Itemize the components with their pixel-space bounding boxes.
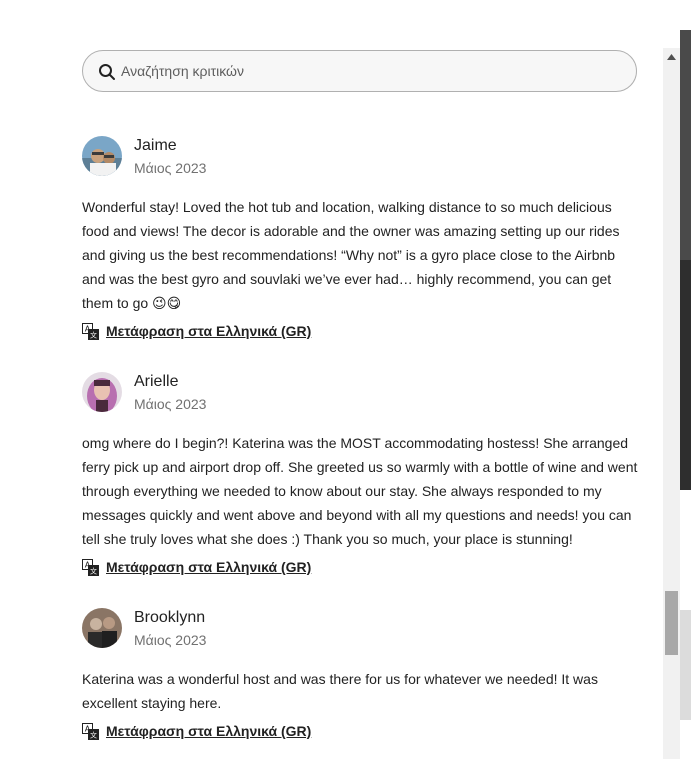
review-header: Brooklynn Μάιος 2023 bbox=[82, 608, 642, 652]
background-page-strip bbox=[680, 0, 691, 759]
reviews-modal: Jaime Μάιος 2023 Wonderful stay! Loved t… bbox=[0, 0, 691, 759]
translate-row: A 文 Μετάφραση στα Ελληνικά (GR) bbox=[82, 721, 642, 741]
review-header: Jaime Μάιος 2023 bbox=[82, 136, 642, 180]
translate-icon: A 文 bbox=[82, 322, 99, 340]
svg-text:文: 文 bbox=[90, 566, 97, 575]
review-header: Arielle Μάιος 2023 bbox=[82, 372, 642, 416]
review-text: omg where do I begin?! Katerina was the … bbox=[82, 435, 638, 547]
review-date: Μάιος 2023 bbox=[134, 396, 207, 412]
reviewer-name: Brooklynn bbox=[134, 609, 206, 626]
review-item: Brooklynn Μάιος 2023 Katerina was a wond… bbox=[82, 608, 642, 741]
svg-text:文: 文 bbox=[90, 330, 97, 339]
scrollbar-thumb[interactable] bbox=[665, 591, 678, 655]
review-item: Arielle Μάιος 2023 omg where do I begin?… bbox=[82, 372, 642, 577]
search-icon bbox=[99, 64, 115, 80]
search-input[interactable] bbox=[121, 51, 621, 91]
translate-icon: A 文 bbox=[82, 722, 99, 740]
translate-link[interactable]: Μετάφραση στα Ελληνικά (GR) bbox=[106, 723, 311, 739]
translate-row: A 文 Μετάφραση στα Ελληνικά (GR) bbox=[82, 321, 642, 341]
search-bar[interactable] bbox=[82, 50, 637, 92]
review-date: Μάιος 2023 bbox=[134, 632, 207, 648]
review-text: Wonderful stay! Loved the hot tub and lo… bbox=[82, 199, 620, 311]
scroll-up-arrow-icon[interactable] bbox=[663, 48, 680, 65]
review-date: Μάιος 2023 bbox=[134, 160, 207, 176]
review-text: Katerina was a wonderful host and was th… bbox=[82, 671, 598, 711]
reviewer-name: Arielle bbox=[134, 373, 179, 390]
reviewer-name: Jaime bbox=[134, 137, 177, 154]
avatar[interactable] bbox=[82, 608, 122, 648]
avatar[interactable] bbox=[82, 136, 122, 176]
svg-text:文: 文 bbox=[90, 730, 97, 739]
translate-link[interactable]: Μετάφραση στα Ελληνικά (GR) bbox=[106, 323, 311, 339]
avatar[interactable] bbox=[82, 372, 122, 412]
translate-row: A 文 Μετάφραση στα Ελληνικά (GR) bbox=[82, 557, 642, 577]
scrollbar[interactable] bbox=[663, 48, 680, 759]
review-item: Jaime Μάιος 2023 Wonderful stay! Loved t… bbox=[82, 136, 642, 341]
translate-icon: A 文 bbox=[82, 558, 99, 576]
translate-link[interactable]: Μετάφραση στα Ελληνικά (GR) bbox=[106, 559, 311, 575]
